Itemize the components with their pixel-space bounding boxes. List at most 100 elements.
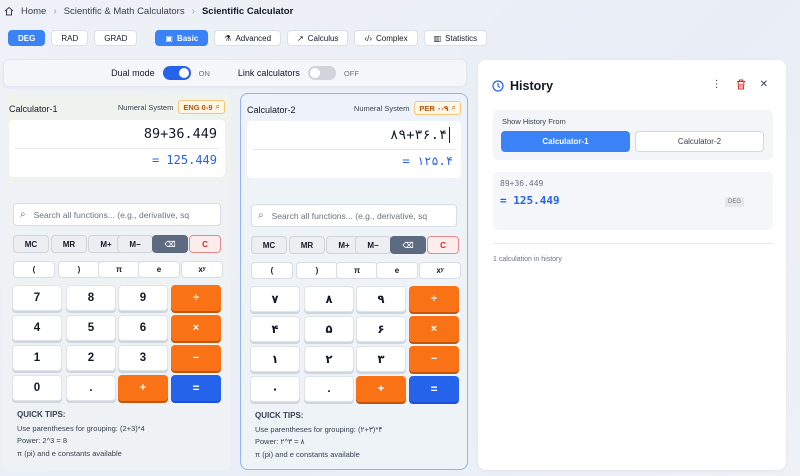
history-entry[interactable]: 89+36.449 = 125.449 DEG [493, 172, 773, 230]
expression-display[interactable]: ۸۹+۳۶.۴ [390, 127, 447, 143]
open-paren-button[interactable]: ( [251, 262, 293, 279]
more-options-icon[interactable]: ⋮ [712, 79, 722, 90]
function-search: ⌕ [13, 203, 221, 226]
calculator-header: Calculator-1 Numeral System ENG 0-9 ⌕ 89+… [3, 93, 231, 183]
tab-statistics[interactable]: ▥ Statistics [423, 30, 488, 46]
close-icon[interactable]: ✕ [760, 79, 768, 90]
subtract-button[interactable]: − [409, 346, 459, 372]
digit-6-button[interactable]: ۶ [356, 316, 406, 342]
breadcrumb-current: Scientific Calculator [201, 5, 294, 17]
source-calculator-1-button[interactable]: Calculator-1 [501, 131, 630, 152]
pi-button[interactable]: π [98, 261, 140, 278]
tab-advanced-label: Advanced [235, 33, 272, 43]
digit-4-button[interactable]: 4 [12, 315, 62, 341]
tab-complex[interactable]: ‹/› Complex [354, 30, 418, 46]
equals-button[interactable]: = [171, 375, 221, 401]
digit-5-button[interactable]: ۵ [304, 316, 354, 342]
clear-button[interactable]: C [427, 236, 459, 254]
backspace-button[interactable]: ⌫ [390, 236, 426, 254]
subtract-button[interactable]: − [171, 345, 221, 371]
mc-button[interactable]: MC [13, 235, 49, 253]
add-button[interactable]: + [118, 375, 168, 401]
display-divider [253, 149, 455, 150]
angle-rad-button[interactable]: RAD [51, 30, 89, 46]
multiply-button[interactable]: × [409, 316, 459, 342]
decimal-button[interactable]: . [66, 375, 116, 401]
e-button[interactable]: e [376, 262, 418, 279]
code-icon: ‹/› [364, 33, 372, 43]
function-search-input[interactable] [271, 210, 450, 221]
dual-mode-toggle[interactable] [162, 66, 191, 80]
link-calculators-toggle[interactable] [307, 66, 336, 80]
calculator-header: Calculator-2 Numeral System PER ۰-۹ ⌕ ۸۹+… [241, 94, 467, 184]
text-cursor [449, 127, 450, 143]
trash-icon[interactable] [736, 79, 746, 90]
breadcrumb-section[interactable]: Scientific & Math Calculators [64, 6, 185, 17]
quick-tips-title: QUICK TIPS: [17, 410, 66, 419]
numeral-system-select[interactable]: ENG 0-9 ⌕ [178, 100, 225, 114]
add-button[interactable]: + [356, 376, 406, 402]
digit-1-button[interactable]: 1 [12, 345, 62, 371]
digit-3-button[interactable]: ۳ [356, 346, 406, 372]
digit-3-button[interactable]: 3 [118, 345, 168, 371]
quick-tip: Use parentheses for grouping: (2+3)*4 [17, 423, 145, 433]
quick-tip: Power: 2^3 = 8 [17, 436, 68, 445]
open-paren-button[interactable]: ( [13, 261, 55, 278]
m-minus-button[interactable]: M− [117, 235, 153, 253]
clear-button[interactable]: C [189, 235, 221, 253]
angle-rad-label: RAD [61, 33, 79, 43]
equals-button[interactable]: = [409, 376, 459, 402]
m-minus-button[interactable]: M− [355, 236, 391, 254]
breadcrumb-home[interactable]: Home [21, 6, 46, 17]
digit-4-button[interactable]: ۴ [250, 316, 300, 342]
calculator-1-panel: Calculator-1 Numeral System ENG 0-9 ⌕ 89+… [3, 93, 231, 470]
calculator-icon: ▣ [165, 33, 173, 43]
trend-icon: ↗ [297, 33, 304, 43]
pi-button[interactable]: π [336, 262, 378, 279]
power-button[interactable]: xʸ [419, 262, 461, 279]
digit-5-button[interactable]: 5 [66, 315, 116, 341]
tab-calculus[interactable]: ↗ Calculus [287, 30, 349, 46]
history-panel: History ⋮ ✕ Show History From Calculator… [478, 60, 786, 470]
mr-button[interactable]: MR [289, 236, 325, 254]
digit-2-button[interactable]: ۲ [304, 346, 354, 372]
divide-button[interactable]: ÷ [171, 285, 221, 311]
mr-button[interactable]: MR [51, 235, 87, 253]
digit-0-button[interactable]: 0 [12, 375, 62, 401]
digit-8-button[interactable]: ۸ [304, 286, 354, 312]
digit-7-button[interactable]: 7 [12, 285, 62, 311]
quick-tip: Use parentheses for grouping: (۲+۳)*۴ [255, 424, 383, 434]
result-display: = ۱۲۵.۴ [402, 154, 453, 168]
digit-0-button[interactable]: ۰ [250, 376, 300, 402]
backspace-button[interactable]: ⌫ [152, 235, 188, 253]
angle-grad-button[interactable]: GRAD [94, 30, 138, 46]
digit-9-button[interactable]: 9 [118, 285, 168, 311]
tab-advanced[interactable]: ⚗ Advanced [214, 30, 282, 46]
function-search-input[interactable] [33, 209, 214, 220]
numeral-system-select[interactable]: PER ۰-۹ ⌕ [414, 101, 461, 115]
divide-button[interactable]: ÷ [409, 286, 459, 312]
tab-basic[interactable]: ▣ Basic [155, 30, 209, 46]
angle-deg-button[interactable]: DEG [8, 30, 46, 46]
digit-9-button[interactable]: ۹ [356, 286, 406, 312]
source-calculator-2-button[interactable]: Calculator-2 [635, 131, 764, 152]
digit-1-button[interactable]: ۱ [250, 346, 300, 372]
search-icon: ⌕ [258, 210, 264, 221]
close-paren-button[interactable]: ) [296, 262, 338, 279]
expression-display[interactable]: 89+36.449 [144, 126, 217, 142]
decimal-button[interactable]: . [304, 376, 354, 402]
quick-tip: π (pi) and e constants available [17, 448, 122, 458]
digit-7-button[interactable]: ۷ [250, 286, 300, 312]
power-button[interactable]: xʸ [181, 261, 223, 278]
numeral-system-label: Numeral System [117, 102, 174, 112]
mc-button[interactable]: MC [251, 236, 287, 254]
digit-6-button[interactable]: 6 [118, 315, 168, 341]
numeral-system-label: Numeral System [353, 103, 410, 113]
close-paren-button[interactable]: ) [58, 261, 100, 278]
dual-mode-state: ON [198, 68, 210, 78]
digit-8-button[interactable]: 8 [66, 285, 116, 311]
digit-2-button[interactable]: 2 [66, 345, 116, 371]
search-icon: ⌕ [451, 103, 456, 112]
multiply-button[interactable]: × [171, 315, 221, 341]
e-button[interactable]: e [138, 261, 180, 278]
